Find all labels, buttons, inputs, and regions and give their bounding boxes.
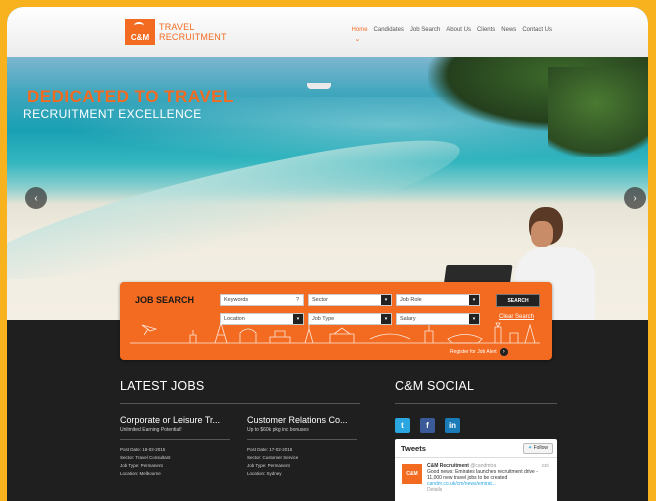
job-location: Location: Sydney xyxy=(247,471,282,476)
job-title[interactable]: Customer Relations Co... xyxy=(247,415,357,425)
browser-frame: C&M TRAVEL RECRUITMENT Home Candidates J… xyxy=(7,7,648,501)
search-button[interactable]: SEARCH xyxy=(496,294,540,307)
follow-button[interactable]: ✦ Follow xyxy=(523,443,553,454)
facebook-icon[interactable]: f xyxy=(420,418,435,433)
social-divider xyxy=(395,403,557,404)
twitter-bird-icon: ✦ xyxy=(527,445,533,451)
job-subtitle: Unlimited Earning Potential! xyxy=(120,427,182,433)
nav-clients[interactable]: Clients xyxy=(477,27,495,33)
job-type: Job Type: Permanent xyxy=(120,463,163,468)
follow-label: Follow xyxy=(533,445,549,451)
nav-candidates[interactable]: Candidates xyxy=(374,27,404,33)
social-title: C&M SOCIAL xyxy=(395,379,475,393)
tweet: C&M Recruitment @candmtra Good news: Emi… xyxy=(427,463,547,493)
hero-boat xyxy=(307,83,331,89)
hero-headline: DEDICATED TO TRAVEL xyxy=(27,87,234,106)
job-post-date: Post Date: 18-02-2015 xyxy=(120,447,166,452)
chevron-down-icon: ▾ xyxy=(381,295,391,305)
keywords-input[interactable]: Keywords ? xyxy=(220,294,304,306)
chevron-down-icon: ▾ xyxy=(469,295,479,305)
travel-skyline-illustration xyxy=(130,321,540,344)
avatar[interactable]: C&M xyxy=(402,464,422,484)
job-role-label: Job Role xyxy=(400,297,422,303)
tweets-divider xyxy=(395,457,557,458)
carousel-prev-button[interactable]: ‹ xyxy=(25,187,47,209)
tweets-header: Tweets xyxy=(401,444,426,453)
carousel-next-button[interactable]: › xyxy=(624,187,646,209)
job-card[interactable]: Corporate or Leisure Tr... Unlimited Ear… xyxy=(120,415,230,478)
job-location: Location: Melbourne xyxy=(120,471,161,476)
logo[interactable]: C&M TRAVEL RECRUITMENT xyxy=(125,19,227,45)
help-icon[interactable]: ? xyxy=(296,295,299,305)
plane-swoosh-icon xyxy=(134,22,144,29)
hero-banner: DEDICATED TO TRAVEL RECRUITMENT EXCELLEN… xyxy=(7,57,648,320)
nav-news[interactable]: News xyxy=(501,27,516,33)
job-divider xyxy=(120,439,230,440)
job-divider xyxy=(247,439,357,440)
latest-jobs-divider xyxy=(120,403,360,404)
nav-about-us[interactable]: About Us xyxy=(446,27,471,33)
linkedin-icon[interactable]: in xyxy=(445,418,460,433)
job-subtitle: Up to $60k pkg inc bonuses xyxy=(247,427,309,433)
latest-jobs-title: LATEST JOBS xyxy=(120,379,205,393)
hero-trees-2 xyxy=(548,67,648,157)
hero-subheadline: RECRUITMENT EXCELLENCE xyxy=(23,107,202,121)
twitter-widget: Tweets ✦ Follow C&M C&M Recruitment @can… xyxy=(395,439,557,501)
sector-select[interactable]: Sector ▾ xyxy=(308,294,392,306)
job-sector: Sector: Customer Service xyxy=(247,455,299,460)
job-search-title: JOB SEARCH xyxy=(135,295,195,305)
job-role-select[interactable]: Job Role ▾ xyxy=(396,294,480,306)
tweet-text: Good news: Emirates launches recruitment… xyxy=(427,469,538,481)
job-meta: Post Date: 17-02-2015 Sector: Customer S… xyxy=(247,446,357,478)
job-alert-link[interactable]: Register for Job Alert › xyxy=(450,348,508,356)
job-type: Job Type: Permanent xyxy=(247,463,290,468)
job-card[interactable]: Customer Relations Co... Up to $60k pkg … xyxy=(247,415,357,478)
logo-line-2: RECRUITMENT xyxy=(159,32,227,42)
main-nav: Home Candidates Job Search About Us Clie… xyxy=(352,27,552,43)
person-face xyxy=(531,221,553,247)
site-header: C&M TRAVEL RECRUITMENT Home Candidates J… xyxy=(7,7,648,57)
job-post-date: Post Date: 17-02-2015 xyxy=(247,447,293,452)
logo-line-1: TRAVEL xyxy=(159,22,195,32)
twitter-icon[interactable]: t xyxy=(395,418,410,433)
arrow-right-icon: › xyxy=(499,348,508,356)
job-search-panel: JOB SEARCH Keywords ? Sector ▾ Job Role … xyxy=(120,282,552,360)
nav-contact-us[interactable]: Contact Us xyxy=(522,27,552,33)
job-meta: Post Date: 18-02-2015 Sector: Travel Con… xyxy=(120,446,230,478)
sector-label: Sector xyxy=(312,297,328,303)
tweet-details[interactable]: Details xyxy=(427,487,442,493)
nav-job-search[interactable]: Job Search xyxy=(410,27,440,33)
job-title[interactable]: Corporate or Leisure Tr... xyxy=(120,415,230,425)
logo-mark: C&M xyxy=(125,19,155,45)
logo-text: TRAVEL RECRUITMENT xyxy=(159,22,227,42)
logo-mark-text: C&M xyxy=(130,33,150,42)
tweet-time: 23h xyxy=(541,463,549,468)
keywords-placeholder: Keywords xyxy=(224,297,249,303)
job-alert-label: Register for Job Alert xyxy=(450,349,497,355)
nav-home[interactable]: Home xyxy=(352,27,368,43)
job-sector: Sector: Travel Consultant xyxy=(120,455,171,460)
